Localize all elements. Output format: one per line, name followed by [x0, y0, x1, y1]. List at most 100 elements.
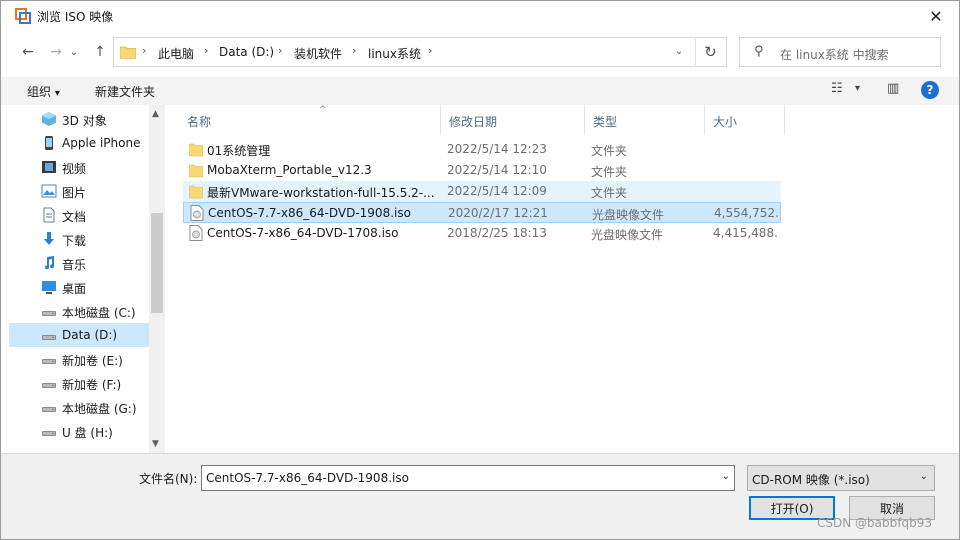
breadcrumb-this-pc[interactable]: 此电脑 [158, 45, 194, 62]
sidebar-item-12[interactable]: 本地磁盘 (G:) [9, 395, 149, 419]
drive-icon [41, 399, 57, 415]
file-row[interactable]: 01系统管理 2022/5/14 12:23 文件夹 [183, 139, 781, 160]
sidebar-item-1[interactable]: Apple iPhone [9, 131, 149, 155]
organize-button[interactable]: 组织 ▾ [27, 83, 60, 100]
breadcrumb-separator: › [142, 44, 147, 57]
sidebar-item-3[interactable]: 图片 [9, 179, 149, 203]
sidebar-item-8[interactable]: 本地磁盘 (C:) [9, 299, 149, 323]
forward-arrow-icon: → [50, 44, 62, 60]
breadcrumb-install-software[interactable]: 装机软件 [294, 45, 342, 62]
breadcrumb-separator: › [204, 44, 209, 57]
file-row[interactable]: 最新VMware-workstation-full-15.5.2-... 2022… [183, 181, 781, 202]
3d-objects-icon [41, 111, 57, 127]
close-icon: ✕ [929, 6, 943, 26]
sidebar-item-7[interactable]: 桌面 [9, 275, 149, 299]
sort-ascending-icon: ^ [319, 105, 327, 115]
drive-icon [41, 423, 57, 439]
sidebar-item-label: 下载 [62, 234, 87, 248]
file-row[interactable]: CentOS-7-x86_64-DVD-1708.iso 2018/2/25 18… [183, 223, 781, 244]
help-icon[interactable]: ? [921, 81, 939, 99]
recent-locations-button[interactable]: ⌄ [67, 41, 81, 63]
sidebar-item-10[interactable]: 新加卷 (E:) [9, 347, 149, 371]
drive-icon [41, 351, 57, 367]
column-header-name[interactable]: 名称 ^ [179, 105, 441, 135]
search-placeholder: 在 linux系统 中搜索 [780, 48, 889, 62]
breadcrumb-separator: › [428, 44, 433, 57]
folder-icon [188, 141, 204, 157]
search-box[interactable]: ⚲ 在 linux系统 中搜索 [739, 37, 941, 67]
file-row[interactable]: MobaXterm_Portable_v12.3 2022/5/14 12:10 文… [183, 160, 781, 181]
up-button[interactable]: ↑ [89, 41, 111, 63]
disc-image-icon [190, 205, 204, 221]
file-name: 最新VMware-workstation-full-15.5.2-... [207, 186, 435, 200]
file-type: 文件夹 [591, 186, 628, 200]
command-toolbar: 组织 ▾ 新建文件夹 ☷ ▾ ▥ [1, 77, 959, 105]
documents-icon [41, 207, 57, 223]
filename-value: CentOS-7.7-x86_64-DVD-1908.iso [206, 471, 409, 485]
desktop-icon [41, 279, 57, 295]
scroll-up-icon[interactable]: ▲ [152, 109, 159, 119]
watermark: CSDN @babbfqb93 [817, 516, 932, 530]
view-caret-icon[interactable]: ▾ [855, 83, 860, 94]
view-options-icon[interactable]: ☷ [831, 81, 843, 96]
file-modified-date: 2022/5/14 12:23 [447, 142, 547, 156]
breadcrumb-linux[interactable]: linux系统 [368, 45, 421, 62]
close-button[interactable]: ✕ [913, 1, 959, 31]
drive-icon [41, 303, 57, 319]
sidebar-item-5[interactable]: 下载 [9, 227, 149, 251]
iso-browse-dialog: 浏览 ISO 映像 ✕ ← → ⌄ ↑ › 此电脑 › Data (D:) › … [0, 0, 960, 540]
sidebar-item-label: Data (D:) [62, 328, 118, 342]
phone-icon [41, 135, 57, 151]
video-icon [41, 159, 57, 175]
vmware-app-icon [15, 8, 31, 24]
sidebar-item-11[interactable]: 新加卷 (F:) [9, 371, 149, 395]
sidebar-item-13[interactable]: U 盘 (H:) [9, 419, 149, 443]
sidebar-item-label: Apple iPhone [62, 136, 141, 150]
scroll-down-icon[interactable]: ▼ [152, 439, 159, 449]
new-folder-button[interactable]: 新建文件夹 [95, 83, 155, 100]
column-header-date[interactable]: 修改日期 [441, 105, 585, 135]
back-button[interactable]: ← [17, 41, 39, 63]
column-header-type[interactable]: 类型 [585, 105, 705, 135]
filename-input[interactable]: CentOS-7.7-x86_64-DVD-1908.iso ⌄ [201, 465, 735, 491]
sidebar-item-2[interactable]: 视频 [9, 155, 149, 179]
file-row[interactable]: CentOS-7.7-x86_64-DVD-1908.iso 2020/2/17 … [183, 202, 781, 223]
file-name: 01系统管理 [207, 144, 271, 158]
file-size: 4,554,752... [714, 206, 780, 220]
file-modified-date: 2022/5/14 12:10 [447, 163, 547, 177]
sidebar-item-label: 图片 [62, 186, 87, 200]
scroll-thumb[interactable] [151, 213, 163, 313]
drive-icon [41, 375, 57, 391]
chevron-down-icon: ⌄ [69, 46, 79, 58]
sidebar-item-0[interactable]: 3D 对象 [9, 107, 149, 131]
address-bar[interactable]: › 此电脑 › Data (D:) › 装机软件 › linux系统 › [113, 37, 727, 67]
folder-icon [188, 183, 204, 199]
file-modified-date: 2020/2/17 12:21 [448, 206, 548, 220]
file-modified-date: 2022/5/14 12:09 [447, 184, 547, 198]
file-type: 光盘映像文件 [591, 228, 664, 242]
file-type-filter[interactable]: CD-ROM 映像 (*.iso) ⌄ [747, 465, 935, 491]
column-header-size[interactable]: 大小 [705, 105, 785, 135]
preview-pane-icon[interactable]: ▥ [887, 81, 899, 96]
address-history-dropdown[interactable]: ⌄ [669, 37, 689, 65]
file-modified-date: 2018/2/25 18:13 [447, 226, 547, 240]
file-type-filter-value: CD-ROM 映像 (*.iso) [752, 473, 870, 487]
sidebar-item-label: 本地磁盘 (G:) [62, 402, 137, 416]
back-arrow-icon: ← [22, 44, 34, 60]
window-title: 浏览 ISO 映像 [37, 10, 114, 24]
search-icon: ⚲ [754, 44, 764, 59]
up-arrow-icon: ↑ [94, 44, 106, 60]
sidebar-item-9[interactable]: Data (D:) [9, 323, 149, 347]
chevron-down-icon: ⌄ [919, 471, 928, 482]
refresh-button[interactable]: ↻ [695, 37, 725, 67]
breadcrumb-drive[interactable]: Data (D:) [219, 45, 274, 59]
sidebar-item-label: 新加卷 (E:) [62, 354, 123, 368]
forward-button[interactable]: → [45, 41, 67, 63]
navigation-pane: 3D 对象 Apple iPhone 视频图片文档下载音乐 桌面 本地磁盘 (C:) Da… [9, 105, 165, 453]
chevron-down-icon[interactable]: ⌄ [722, 471, 730, 482]
sidebar-item-6[interactable]: 音乐 [9, 251, 149, 275]
sidebar-item-4[interactable]: 文档 [9, 203, 149, 227]
dialog-footer: 文件名(N): CentOS-7.7-x86_64-DVD-1908.iso ⌄… [1, 453, 959, 539]
column-type-label: 类型 [593, 115, 618, 129]
navigation-scrollbar[interactable]: ▲ ▼ [149, 105, 165, 453]
